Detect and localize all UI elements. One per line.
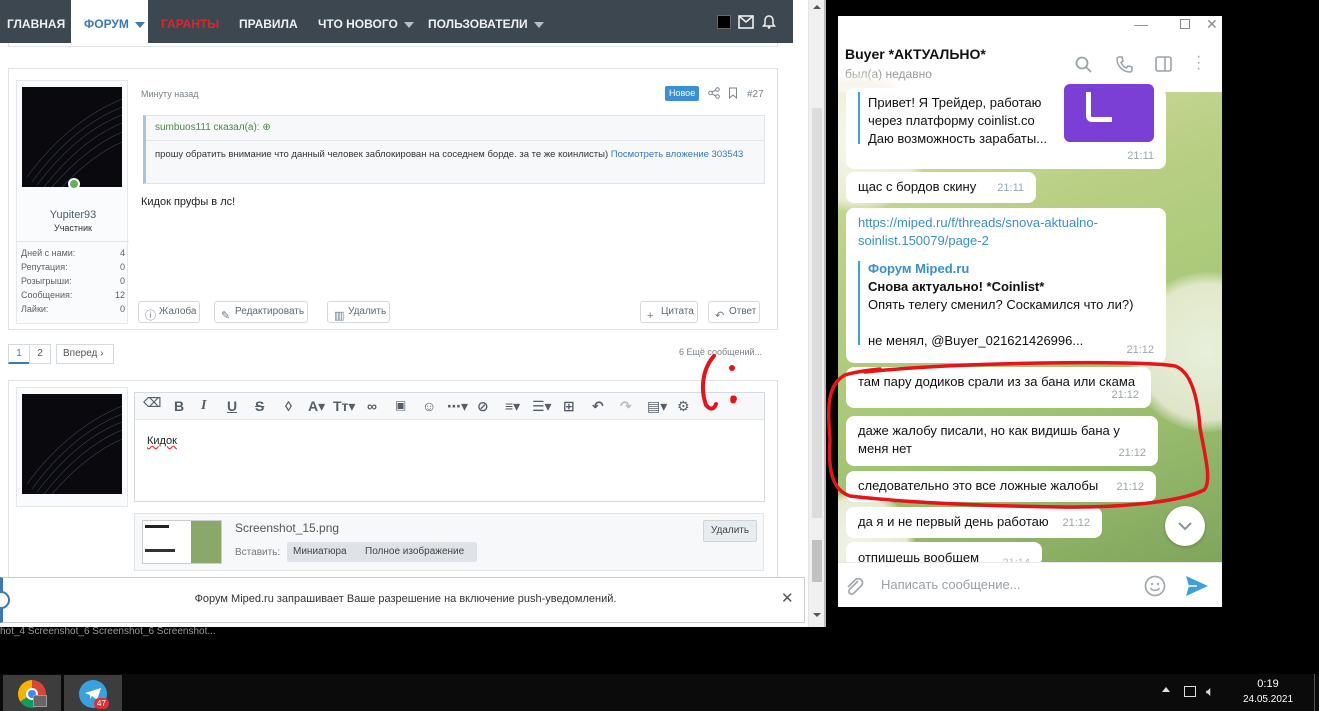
red-bracket-annotation bbox=[700, 354, 718, 411]
red-circle-annotation bbox=[827, 360, 1210, 509]
clock-date[interactable]: 24.05.2021 bbox=[1238, 694, 1298, 705]
red-dot-annotation bbox=[729, 365, 735, 371]
show-desktop-button[interactable] bbox=[1314, 674, 1319, 711]
red-annotation-overlay bbox=[700, 354, 1210, 509]
taskbar-telegram[interactable]: 47 bbox=[64, 675, 122, 711]
tab-stack-icon bbox=[33, 695, 47, 707]
tray-expand-icon[interactable] bbox=[1162, 687, 1170, 692]
volume-icon[interactable]: 🔈︎ bbox=[1206, 683, 1214, 700]
taskbar-chrome[interactable] bbox=[3, 675, 61, 711]
windows-taskbar: 47 🔈︎ 0:19 24.05.2021 bbox=[0, 674, 1319, 711]
red-dot-annotation bbox=[730, 395, 737, 404]
clock-time[interactable]: 0:19 bbox=[1238, 678, 1298, 690]
unread-badge: 47 bbox=[94, 698, 109, 709]
network-icon[interactable] bbox=[1184, 686, 1196, 697]
